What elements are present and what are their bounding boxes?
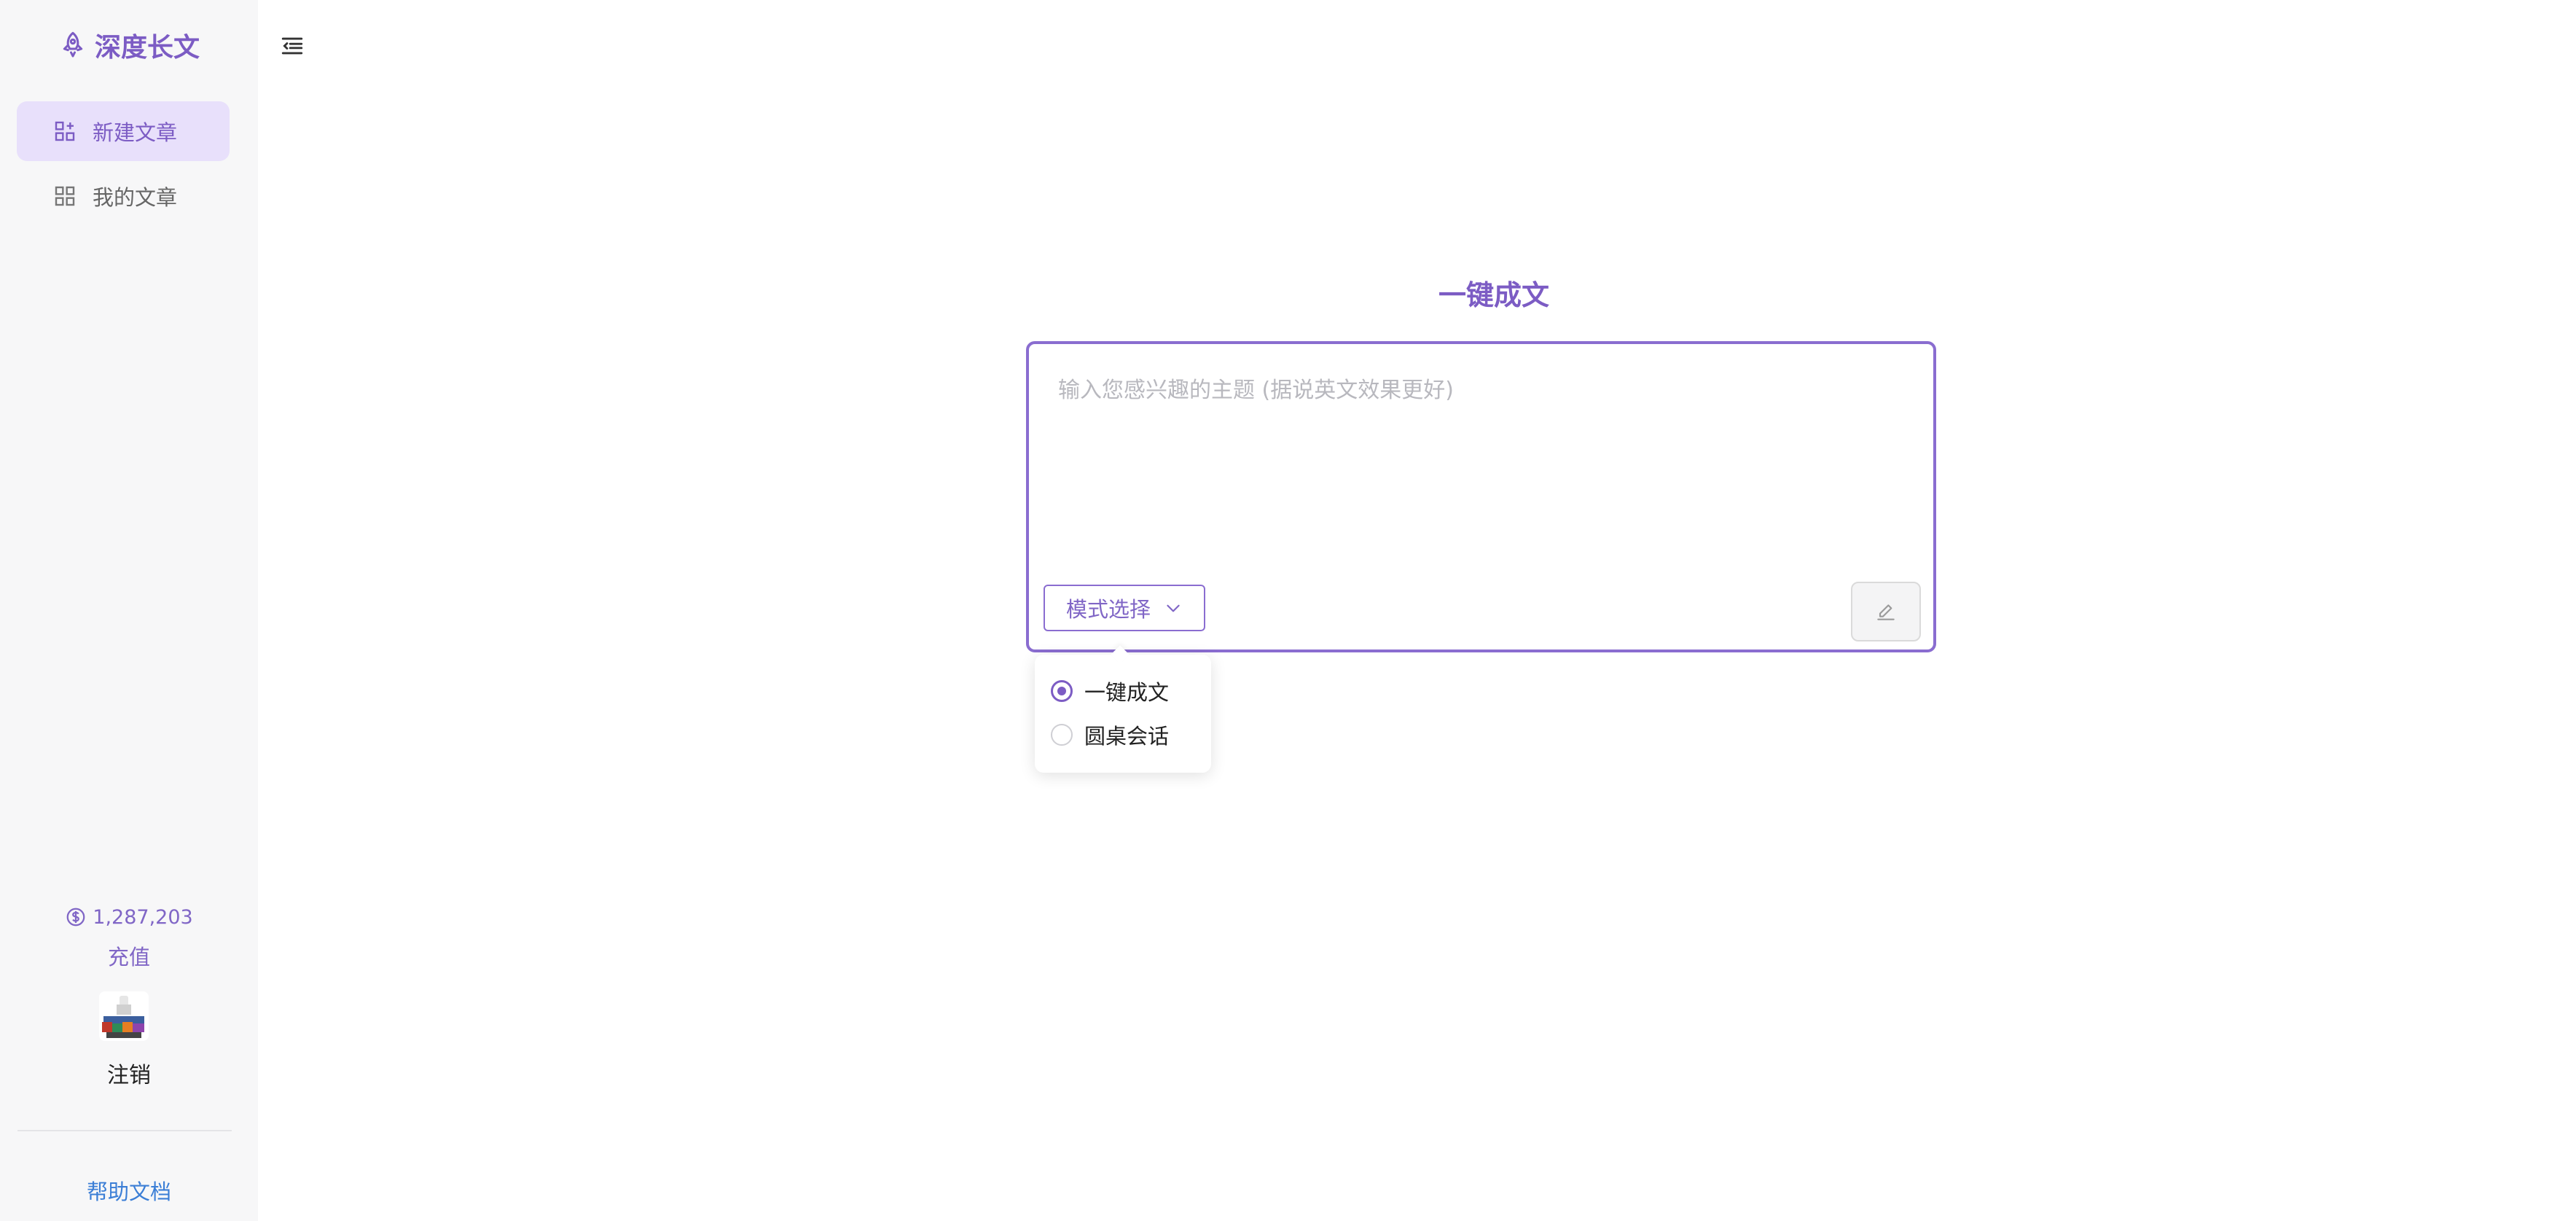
radio-checked-icon: [1051, 680, 1073, 702]
logout-button[interactable]: 注销: [0, 1057, 258, 1089]
mode-option-one-click[interactable]: 一键成文: [1051, 672, 1197, 710]
sidebar-divider: [17, 1130, 232, 1131]
avatar[interactable]: [99, 991, 149, 1041]
balance: 1,287,203: [0, 902, 258, 932]
brand-name: 深度长文: [94, 33, 200, 63]
radio-unchecked-icon: [1051, 724, 1073, 746]
pencil-icon: [1877, 604, 1895, 620]
my-articles-icon: [55, 186, 75, 206]
sidebar-item-my-articles[interactable]: 我的文章: [17, 166, 230, 226]
new-article-icon: [55, 121, 75, 141]
sidebar: 深度长文 新建文章 我的文章 1,287,203 充值 注销 帮助文档: [0, 0, 258, 1221]
topic-editor: 模式选择: [1026, 341, 1936, 652]
mode-option-roundtable[interactable]: 圆桌会话: [1051, 716, 1197, 754]
menu-collapse-icon[interactable]: [280, 34, 305, 58]
avatar-image: [99, 991, 149, 1041]
app-root: 深度长文 新建文章 我的文章 1,287,203 充值 注销 帮助文档 一键成文…: [0, 0, 2576, 1221]
sidebar-item-new-article[interactable]: 新建文章: [17, 101, 230, 161]
mode-select-button[interactable]: 模式选择: [1044, 585, 1205, 631]
rocket-icon: [63, 31, 83, 58]
help-docs-link[interactable]: 帮助文档: [0, 1175, 258, 1207]
brand[interactable]: 深度长文: [0, 25, 258, 66]
chevron-down-icon: [1167, 604, 1180, 612]
generate-button[interactable]: [1851, 582, 1921, 641]
mode-option-label: 一键成文: [1084, 680, 1170, 705]
mode-option-label: 圆桌会话: [1084, 724, 1170, 749]
sidebar-item-label: 我的文章: [93, 185, 178, 210]
recharge-link[interactable]: 充值: [0, 940, 258, 972]
coin-icon: [66, 908, 85, 927]
topic-input[interactable]: [1058, 372, 1903, 561]
page-title: 一键成文: [1438, 279, 1549, 311]
mode-select-label: 模式选择: [1065, 597, 1151, 622]
balance-value: 1,287,203: [93, 905, 193, 929]
sidebar-item-label: 新建文章: [93, 120, 178, 145]
